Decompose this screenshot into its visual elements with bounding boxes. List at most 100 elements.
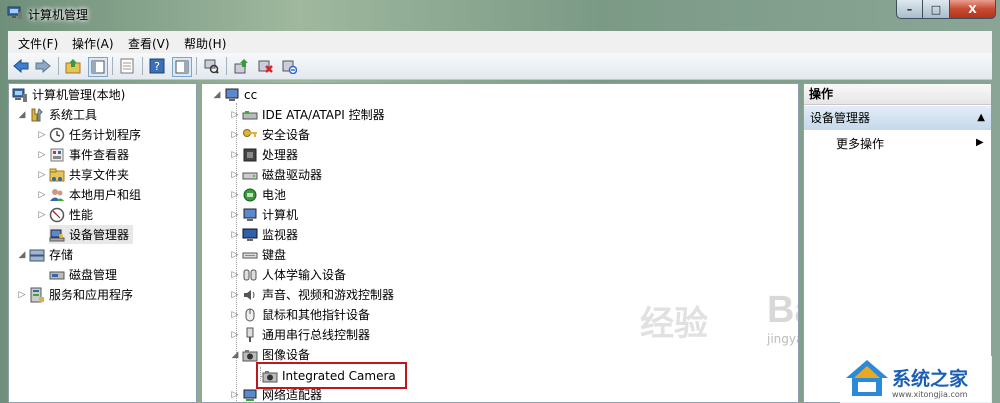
menu-help[interactable]: 帮助(H) [184,35,226,52]
expanded-arrow-icon[interactable]: ◢ [17,110,27,120]
device-tree-label: cc [244,87,258,102]
device-category-label: 网络适配器 [262,388,323,402]
device-category[interactable]: ▷ 网络适配器 [230,385,323,403]
tree-item-task-scheduler[interactable]: ▷ 任务计划程序 [37,125,141,144]
more-actions-label: 更多操作 [836,137,885,151]
computer-management-window: 计算机管理 – □ X 文件(F) 操作(A) 查看(V) 帮助(H) ? 计算… [0,0,1000,403]
device-category[interactable]: ▷ 计算机 [230,205,298,224]
collapsed-arrow-icon[interactable]: ▷ [37,150,47,160]
speaker-icon [242,287,258,303]
device-category[interactable]: ▷ 键盘 [230,245,286,264]
more-actions-item[interactable]: 更多操作 [836,135,884,152]
actions-section-label: 设备管理器 [810,111,871,125]
collapsed-arrow-icon[interactable]: ▷ [230,190,240,200]
menu-file[interactable]: 文件(F) [18,35,58,52]
collapsed-arrow-icon[interactable]: ▷ [230,330,240,340]
scan-hardware-icon[interactable] [202,57,220,75]
collapsed-arrow-icon[interactable]: ▷ [37,170,47,180]
device-category-label: 通用串行总线控制器 [262,328,371,342]
back-icon[interactable] [12,57,30,75]
show-tree-icon[interactable] [88,57,108,77]
maximize-button[interactable]: □ [923,0,950,19]
collapsed-arrow-icon[interactable]: ▷ [230,210,240,220]
expanded-arrow-icon[interactable]: ◢ [212,90,222,100]
tree-item-shared-folders[interactable]: ▷ 共享文件夹 [37,165,129,184]
device-category[interactable]: ▷ 安全设备 [230,125,310,144]
device-category-label: 电池 [262,188,287,202]
actions-section-device-manager[interactable]: 设备管理器 ▲ [804,106,991,130]
device-category-label: 图像设备 [262,348,311,362]
uninstall-icon[interactable] [256,57,274,75]
close-icon: X [968,2,977,16]
console-tree-pane[interactable]: 计算机管理(本地) ◢ 系统工具 ▷ 任务计划程序 ▷ 事件查看器 ▷ 共享文件… [8,83,197,403]
tree-item-local-users[interactable]: ▷ 本地用户和组 [37,185,141,204]
tree-item-disk-management[interactable]: 磁盘管理 [49,265,117,284]
svg-text:?: ? [154,60,160,73]
show-hide-action-icon[interactable] [172,57,192,77]
toolbar-separator [196,57,197,75]
network-adapter-icon [242,387,258,403]
title-bar[interactable]: 计算机管理 – □ X [0,0,1000,27]
collapsed-arrow-icon[interactable]: ▷ [230,390,240,400]
device-tree-pane[interactable]: ◢ cc ▷ IDE ATA/ATAPI 控制器 ▷ 安全设备 ▷ 处理器 ▷ … [201,83,799,403]
event-viewer-icon [49,147,65,163]
collapsed-arrow-icon[interactable]: ▷ [230,230,240,240]
device-category[interactable]: ▷ 鼠标和其他指针设备 [230,305,370,324]
ide-controller-icon [242,107,258,123]
collapsed-arrow-icon[interactable]: ▷ [230,150,240,160]
tree-label: 计算机管理(本地) [32,88,126,102]
device-category[interactable]: ▷ 人体学输入设备 [230,265,346,284]
tree-item-services-apps[interactable]: ▷ 服务和应用程序 [17,285,133,304]
tree-item-system-tools[interactable]: ◢ 系统工具 [17,105,97,124]
device-category-label: 人体学输入设备 [262,268,347,282]
collapsed-arrow-icon[interactable]: ▷ [230,310,240,320]
expanded-arrow-icon[interactable]: ◢ [17,250,27,260]
export-list-icon[interactable] [118,57,136,75]
services-icon [29,287,45,303]
update-driver-icon[interactable] [232,57,250,75]
tree-item-event-viewer[interactable]: ▷ 事件查看器 [37,145,129,164]
collapse-triangle-icon[interactable]: ▲ [977,106,985,130]
tree-item-storage[interactable]: ◢ 存储 [17,245,73,264]
submenu-arrow-icon[interactable]: ▶ [976,137,984,148]
device-category[interactable]: ▷ 电池 [230,185,286,204]
device-category[interactable]: ▷ 监视器 [230,225,298,244]
device-category[interactable]: ▷ 通用串行总线控制器 [230,325,370,344]
computer-management-icon [7,6,23,20]
device-category[interactable]: ▷ 处理器 [230,145,298,164]
up-folder-icon[interactable] [64,57,82,75]
disable-icon[interactable] [280,57,298,75]
collapsed-arrow-icon[interactable]: ▷ [230,250,240,260]
tree-item-performance[interactable]: ▷ 性能 [37,205,93,224]
close-button[interactable]: X [950,0,996,19]
collapsed-arrow-icon[interactable]: ▷ [230,290,240,300]
device-tree-root[interactable]: ◢ cc [212,85,258,104]
minimize-icon: – [906,2,913,16]
device-category[interactable]: ▷ 声音、视频和游戏控制器 [230,285,394,304]
device-category[interactable]: ▷ 磁盘驱动器 [230,165,322,184]
menu-action[interactable]: 操作(A) [72,35,114,52]
tree-label: 系统工具 [49,108,98,122]
help-icon[interactable]: ? [148,57,166,75]
collapsed-arrow-icon[interactable]: ▷ [230,170,240,180]
collapsed-arrow-icon[interactable]: ▷ [37,190,47,200]
imaging-device-icon [242,347,258,363]
collapsed-arrow-icon[interactable]: ▷ [17,290,27,300]
expanded-arrow-icon[interactable]: ◢ [230,350,240,360]
device-category-label: 处理器 [262,148,299,162]
mouse-icon [242,307,258,323]
collapsed-arrow-icon[interactable]: ▷ [230,270,240,280]
tree-item-root[interactable]: 计算机管理(本地) [12,85,125,104]
collapsed-arrow-icon[interactable]: ▷ [230,130,240,140]
tools-icon [29,107,45,123]
collapsed-arrow-icon[interactable]: ▷ [230,110,240,120]
tree-item-device-manager[interactable]: 设备管理器 [49,225,134,244]
forward-icon[interactable] [34,57,52,75]
device-category[interactable]: ▷ IDE ATA/ATAPI 控制器 [230,105,385,124]
menu-view[interactable]: 查看(V) [128,35,170,52]
minimize-button[interactable]: – [896,0,923,19]
toolbar-separator [226,57,227,75]
toolbar: ? [8,53,992,80]
collapsed-arrow-icon[interactable]: ▷ [37,130,47,140]
collapsed-arrow-icon[interactable]: ▷ [37,210,47,220]
